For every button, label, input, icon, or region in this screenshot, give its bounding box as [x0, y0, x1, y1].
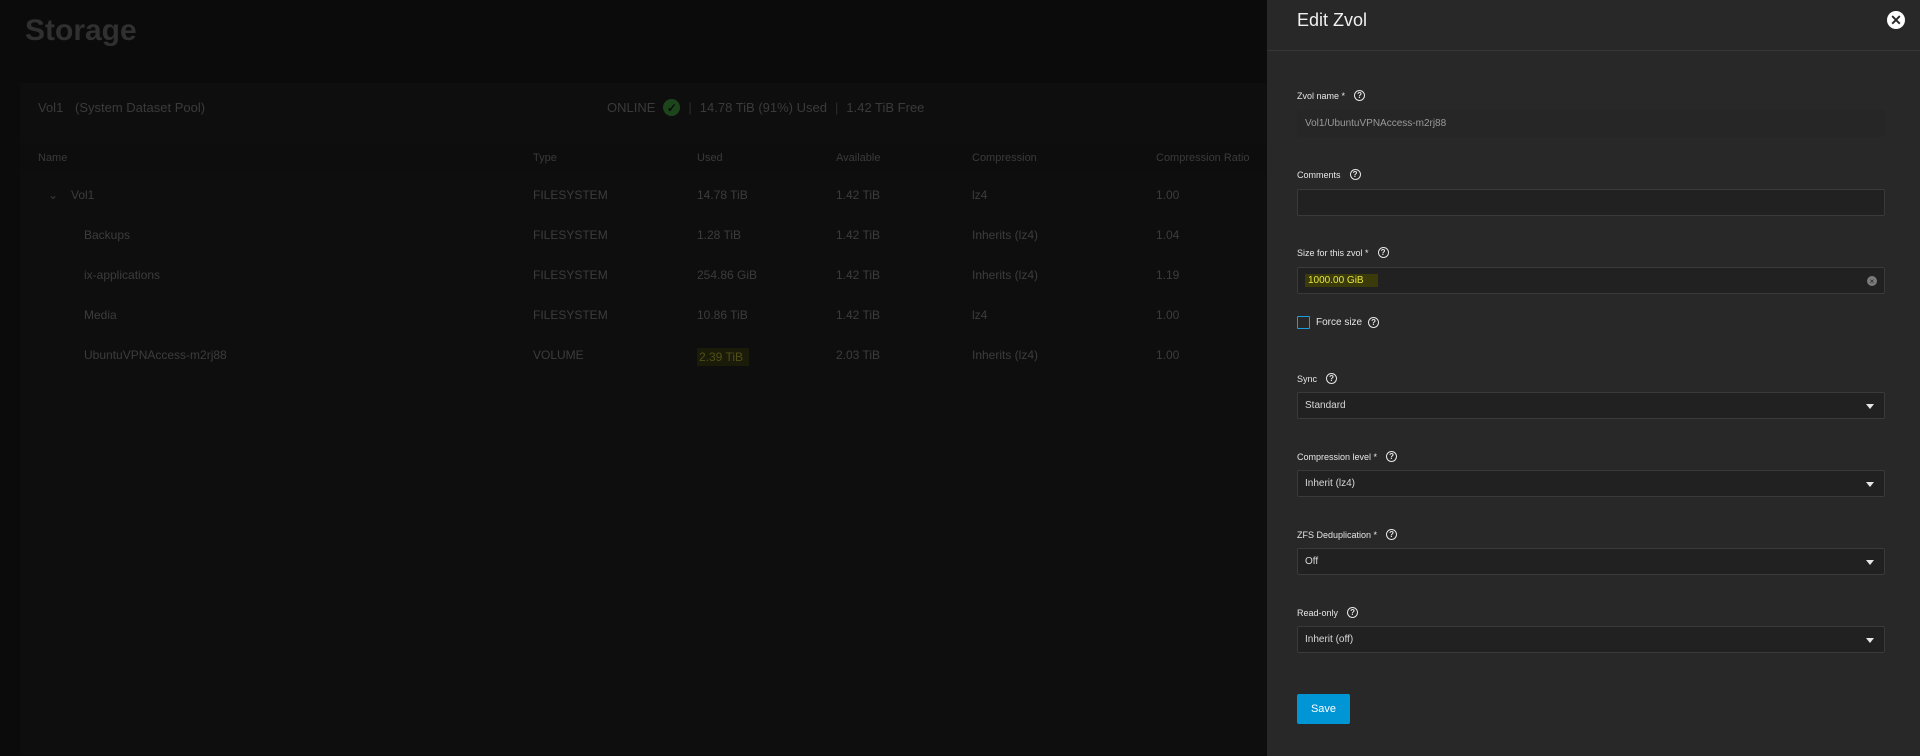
size-label-text: Size for this zvol *: [1297, 247, 1369, 258]
panel-title: Edit Zvol: [1297, 10, 1368, 30]
readonly-select[interactable]: Inherit (off): [1297, 626, 1885, 653]
readonly-label-text: Read-only: [1297, 607, 1339, 618]
help-icon[interactable]: ?: [1386, 529, 1398, 540]
compression-select[interactable]: Inherit (lz4): [1297, 470, 1885, 497]
sync-select[interactable]: Standard: [1297, 392, 1885, 419]
readonly-value: Inherit (off): [1305, 634, 1354, 645]
dedup-value: Off: [1305, 556, 1319, 567]
help-icon[interactable]: ?: [1368, 317, 1380, 328]
help-icon[interactable]: ?: [1349, 169, 1361, 180]
zvol-name-label: Zvol name * ?: [1297, 90, 1366, 101]
force-size-checkbox[interactable]: [1297, 316, 1310, 329]
help-icon[interactable]: ?: [1354, 90, 1366, 101]
compression-label: Compression level * ?: [1297, 451, 1398, 462]
help-icon[interactable]: ?: [1326, 373, 1338, 384]
compression-label-text: Compression level *: [1297, 451, 1378, 462]
sync-label: Sync ?: [1297, 373, 1338, 384]
size-field[interactable]: 1000.00 GiB ×: [1297, 267, 1885, 294]
panel-header: Edit Zvol ✕: [1267, 0, 1920, 51]
force-size-row[interactable]: Force size ?: [1297, 316, 1380, 329]
edit-zvol-panel: Edit Zvol ✕ Zvol name * ? Vol1/UbuntuVPN…: [1267, 0, 1920, 756]
sync-value: Standard: [1305, 400, 1346, 411]
comments-label: Comments ?: [1297, 169, 1361, 180]
force-size-label: Force size: [1316, 317, 1363, 328]
comments-field[interactable]: [1297, 189, 1885, 216]
sync-label-text: Sync: [1297, 373, 1318, 384]
size-value: 1000.00 GiB: [1305, 274, 1378, 287]
clear-icon[interactable]: ×: [1867, 276, 1877, 286]
dropdown-arrow-icon: [1866, 404, 1874, 409]
zvol-name-label-text: Zvol name *: [1297, 90, 1346, 101]
readonly-label: Read-only ?: [1297, 607, 1359, 618]
compression-value: Inherit (lz4): [1305, 478, 1356, 489]
close-icon[interactable]: ✕: [1887, 11, 1905, 29]
dropdown-arrow-icon: [1866, 638, 1874, 643]
help-icon[interactable]: ?: [1347, 607, 1359, 618]
help-icon[interactable]: ?: [1386, 451, 1398, 462]
dedup-select[interactable]: Off: [1297, 548, 1885, 575]
help-icon[interactable]: ?: [1377, 247, 1389, 258]
zvol-name-field[interactable]: Vol1/UbuntuVPNAccess-m2rj88: [1297, 110, 1885, 137]
size-label: Size for this zvol * ?: [1297, 247, 1389, 258]
save-button[interactable]: Save: [1297, 694, 1350, 724]
dedup-label-text: ZFS Deduplication *: [1297, 529, 1378, 540]
dropdown-arrow-icon: [1866, 482, 1874, 487]
dropdown-arrow-icon: [1866, 560, 1874, 565]
dedup-label: ZFS Deduplication * ?: [1297, 529, 1398, 540]
backdrop-overlay[interactable]: [0, 0, 1267, 756]
comments-label-text: Comments: [1297, 169, 1341, 180]
